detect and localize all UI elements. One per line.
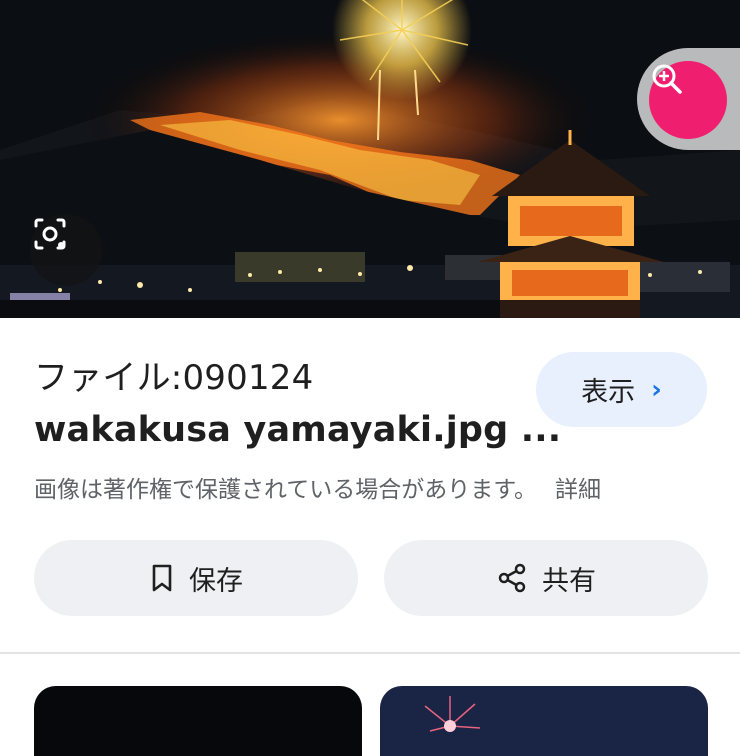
- copyright-notice: 画像は著作権で保護されている場合があります。 詳細: [34, 470, 601, 504]
- result-title[interactable]: ファイル:090124 wakakusa yamayaki.jpg ...: [34, 352, 562, 456]
- save-button-label: 保存: [189, 565, 243, 597]
- view-button-label: 表示: [581, 377, 636, 408]
- share-icon: [498, 563, 526, 593]
- lens-camera-icon: [34, 218, 66, 250]
- save-button[interactable]: 保存: [34, 540, 358, 616]
- view-button[interactable]: 表示 ›: [536, 352, 707, 427]
- zoom-button[interactable]: [649, 61, 727, 139]
- section-divider: [0, 652, 740, 654]
- chevron-right-icon: ›: [651, 374, 662, 405]
- detail-link[interactable]: 詳細: [555, 477, 601, 503]
- result-title-line1: ファイル:090124: [34, 358, 314, 398]
- share-button-label: 共有: [542, 565, 596, 597]
- copyright-notice-text: 画像は著作権で保護されている場合があります。: [34, 477, 538, 503]
- result-title-line2: wakakusa yamayaki.jpg ...: [34, 410, 562, 450]
- zoom-in-icon: [652, 64, 682, 94]
- thumbnail-firework-image: [424, 696, 481, 732]
- hero-photo: [0, 0, 740, 318]
- lens-search-button[interactable]: [30, 214, 102, 286]
- share-button[interactable]: 共有: [384, 540, 708, 616]
- related-image-thumbnail[interactable]: [380, 686, 708, 756]
- bookmark-icon: [152, 564, 172, 592]
- hero-image[interactable]: [0, 0, 740, 318]
- related-image-thumbnail[interactable]: [34, 686, 362, 756]
